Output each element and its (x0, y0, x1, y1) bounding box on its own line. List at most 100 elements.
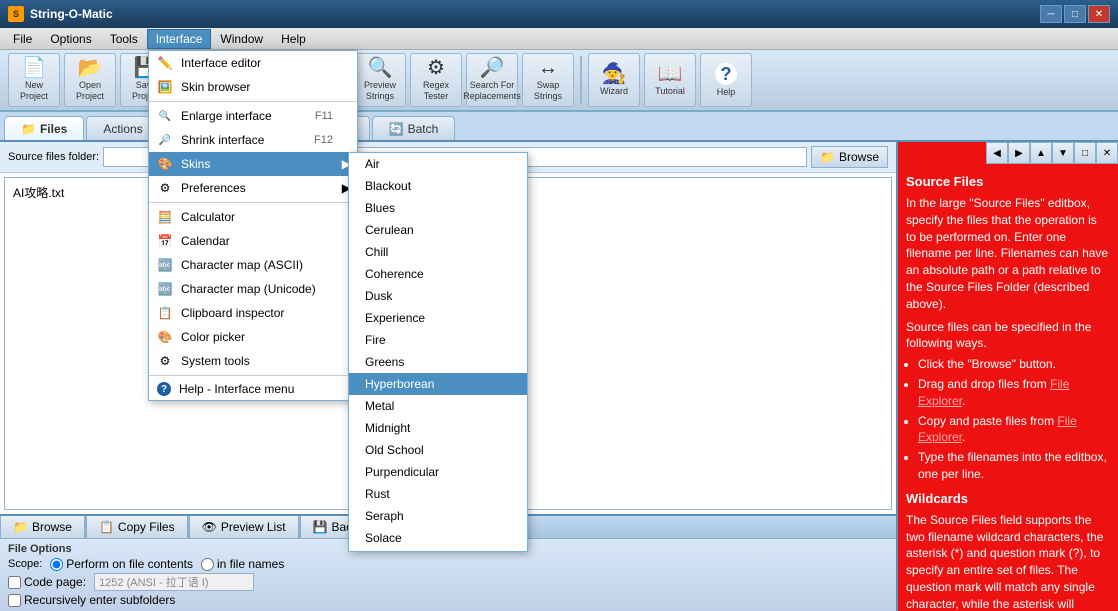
help-nav-down[interactable]: ▼ (1052, 142, 1074, 164)
recursive-checkbox[interactable] (8, 594, 21, 607)
preview-list-button[interactable]: 👁 Preview List (189, 516, 299, 538)
tab-files[interactable]: 📁 Files (4, 116, 84, 140)
new-project-icon: 📄 (22, 58, 47, 78)
skin-cerulean[interactable]: Cerulean (349, 219, 527, 241)
menu-options[interactable]: Options (41, 29, 100, 49)
skin-midnight[interactable]: Midnight (349, 417, 527, 439)
source-files-item-4: Type the filenames into the editbox, one… (918, 449, 1110, 483)
skin-metal[interactable]: Metal (349, 395, 527, 417)
code-page-checkbox-label[interactable]: Code page: (8, 575, 86, 589)
code-page-checkbox[interactable] (8, 576, 21, 589)
skin-browser-item[interactable]: 🖼️ Skin browser (149, 75, 357, 99)
regex-tester-icon: ⚙ (427, 58, 445, 78)
skin-solace[interactable]: Solace (349, 527, 527, 549)
source-files-item-2: Drag and drop files from File Explorer. (918, 376, 1110, 410)
skin-experience[interactable]: Experience (349, 307, 527, 329)
skin-air[interactable]: Air (349, 153, 527, 175)
preview-strings-icon: 🔍 (368, 58, 393, 78)
file-explorer-link-1[interactable]: File Explorer (918, 377, 1069, 408)
color-picker-item[interactable]: 🎨 Color picker (149, 325, 357, 349)
calendar-item[interactable]: 📅 Calendar (149, 229, 357, 253)
interface-dropdown: ✏️ Interface editor 🖼️ Skin browser 🔍 En… (148, 50, 358, 401)
regex-tester-button[interactable]: ⚙ RegexTester (410, 53, 462, 107)
scope-option-names[interactable]: in file names (201, 557, 284, 571)
minimize-button[interactable]: ─ (1040, 5, 1062, 23)
skins-item[interactable]: 🎨 Skins ▶ Air Blackout Blues Cerulean Ch… (149, 152, 357, 176)
calculator-item[interactable]: 🧮 Calculator (149, 205, 357, 229)
file-explorer-link-2[interactable]: File Explorer (918, 414, 1077, 445)
menu-window[interactable]: Window (211, 29, 272, 49)
menu-sep-3 (149, 375, 357, 376)
scope-option-contents[interactable]: Perform on file contents (50, 557, 193, 571)
scope-radio-names[interactable] (201, 558, 214, 571)
help-nav-expand[interactable]: □ (1074, 142, 1096, 164)
swap-strings-label: SwapStrings (534, 80, 562, 102)
interface-editor-icon: ✏️ (157, 55, 173, 71)
menu-tools[interactable]: Tools (101, 29, 147, 49)
help-button[interactable]: ? Help (700, 53, 752, 107)
search-replacements-label: Search ForReplacements (463, 80, 521, 102)
skin-blackout[interactable]: Blackout (349, 175, 527, 197)
interface-menu: ✏️ Interface editor 🖼️ Skin browser 🔍 En… (148, 50, 358, 401)
skin-old-school[interactable]: Old School (349, 439, 527, 461)
enlarge-interface-item[interactable]: 🔍 Enlarge interface F11 (149, 104, 357, 128)
copy-files-button[interactable]: 📋 Copy Files (86, 516, 188, 538)
search-replacements-icon: 🔎 (480, 58, 505, 78)
tab-files-label: Files (40, 122, 67, 136)
skin-coherence[interactable]: Coherence (349, 263, 527, 285)
clipboard-inspector-item[interactable]: 📋 Clipboard inspector (149, 301, 357, 325)
search-replacements-button[interactable]: 🔎 Search ForReplacements (466, 53, 518, 107)
wizard-button[interactable]: 🧙 Wizard (588, 53, 640, 107)
preview-strings-label: PreviewStrings (364, 80, 396, 102)
skins-icon: 🎨 (157, 156, 173, 172)
skin-fire[interactable]: Fire (349, 329, 527, 351)
skin-blues[interactable]: Blues (349, 197, 527, 219)
browse-button-label: Browse (32, 520, 72, 534)
code-page-input[interactable] (94, 573, 254, 591)
system-tools-item[interactable]: ⚙ System tools (149, 349, 357, 373)
skin-rust[interactable]: Rust (349, 483, 527, 505)
skin-browser-label: Skin browser (181, 80, 250, 94)
shrink-interface-item[interactable]: 🔎 Shrink interface F12 (149, 128, 357, 152)
skin-seraph[interactable]: Seraph (349, 505, 527, 527)
source-files-list: Click the "Browse" button. Drag and drop… (918, 356, 1110, 483)
maximize-button[interactable]: □ (1064, 5, 1086, 23)
skin-dusk[interactable]: Dusk (349, 285, 527, 307)
new-project-button[interactable]: 📄 NewProject (8, 53, 60, 107)
help-interface-menu-item[interactable]: ? Help - Interface menu (149, 378, 357, 400)
tutorial-button[interactable]: 📖 Tutorial (644, 53, 696, 107)
scope-radio-contents[interactable] (50, 558, 63, 571)
tab-batch[interactable]: 🔄 Batch (372, 116, 456, 140)
open-project-button[interactable]: 📂 OpenProject (64, 53, 116, 107)
swap-strings-button[interactable]: ↔ SwapStrings (522, 53, 574, 107)
browse-button[interactable]: 📁 Browse (0, 516, 85, 538)
shrink-label: Shrink interface (181, 133, 264, 147)
charmap-unicode-item[interactable]: 🔤 Character map (Unicode) (149, 277, 357, 301)
skin-greens[interactable]: Greens (349, 351, 527, 373)
toolbar-separator-2 (580, 56, 582, 104)
help-nav-back[interactable]: ◀ (986, 142, 1008, 164)
help-nav-up[interactable]: ▲ (1030, 142, 1052, 164)
menu-interface[interactable]: Interface (147, 29, 212, 49)
charmap-ascii-item[interactable]: 🔤 Character map (ASCII) (149, 253, 357, 277)
menu-help[interactable]: Help (272, 29, 315, 49)
help-nav-forward[interactable]: ▶ (1008, 142, 1030, 164)
scope-row: Scope: Perform on file contents in file … (8, 557, 888, 571)
recursive-checkbox-label[interactable]: Recursively enter subfolders (8, 593, 175, 607)
calendar-label: Calendar (181, 234, 230, 248)
preview-strings-button[interactable]: 🔍 PreviewStrings (354, 53, 406, 107)
skin-stone[interactable]: Stone (349, 549, 527, 552)
skin-chill[interactable]: Chill (349, 241, 527, 263)
close-button[interactable]: ✕ (1088, 5, 1110, 23)
source-files-text2: Source files can be specified in the fol… (906, 319, 1110, 353)
browse-button-icon: 📁 (13, 520, 28, 534)
source-folder-browse-button[interactable]: 📁 Browse (811, 146, 888, 168)
help-interface-label: Help - Interface menu (179, 382, 294, 396)
menu-file[interactable]: File (4, 29, 41, 49)
batch-tab-icon: 🔄 (389, 122, 404, 136)
preferences-item[interactable]: ⚙ Preferences ▶ (149, 176, 357, 200)
interface-editor-item[interactable]: ✏️ Interface editor (149, 51, 357, 75)
help-nav-close[interactable]: ✕ (1096, 142, 1118, 164)
skin-hyperborean[interactable]: Hyperborean (349, 373, 527, 395)
skin-purpendicular[interactable]: Purpendicular (349, 461, 527, 483)
